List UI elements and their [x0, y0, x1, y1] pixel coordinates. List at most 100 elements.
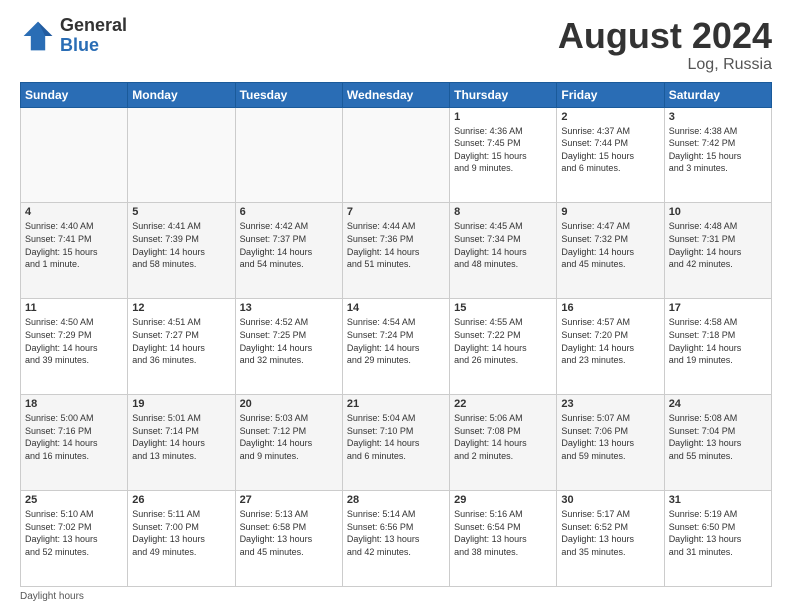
generalblue-logo-icon [20, 18, 56, 54]
calendar-day-cell: 9Sunrise: 4:47 AM Sunset: 7:32 PM Daylig… [557, 203, 664, 299]
calendar-day-cell: 30 Sunrise: 5:17 AM Sunset: 6:52 PM Dayli… [557, 491, 664, 587]
calendar-day-cell: 5 Sunrise: 4:41 AM Sunset: 7:39 PM Daylig… [128, 203, 235, 299]
calendar-day-cell: 7 Sunrise: 4:44 AM Sunset: 7:36 PM Daylig… [342, 203, 449, 299]
day-info: Sunrise: 5:08 AM Sunset: 7:04 PM Dayligh… [669, 412, 767, 462]
day-number: 2 [561, 111, 659, 123]
day-number: 12 [132, 302, 230, 314]
day-info: Sunrise: 5:04 AM Sunset: 7:10 PM Dayligh… [347, 412, 445, 462]
day-info: Sunrise: 5:00 AM Sunset: 7:16 PM Dayligh… [25, 412, 123, 462]
calendar-day-cell: 13 Sunrise: 4:52 AM Sunset: 7:25 PM Dayli… [235, 299, 342, 395]
day-info: Sunrise: 5:16 AM Sunset: 6:54 PM Dayligh… [454, 508, 552, 558]
calendar-day-cell: 1 Sunrise: 4:36 AM Sunset: 7:45 PM Daylig… [450, 107, 557, 203]
day-number: 6 [240, 206, 338, 218]
calendar-week-row: 18 Sunrise: 5:00 AM Sunset: 7:16 PM Dayli… [21, 395, 772, 491]
calendar-day-cell: 15Sunrise: 4:55 AM Sunset: 7:22 PM Dayli… [450, 299, 557, 395]
calendar-day-cell: 16 Sunrise: 4:57 AM Sunset: 7:20 PM Dayli… [557, 299, 664, 395]
calendar-weekday-header: Friday [557, 82, 664, 107]
day-number: 23 [561, 398, 659, 410]
calendar-day-cell: 18 Sunrise: 5:00 AM Sunset: 7:16 PM Dayli… [21, 395, 128, 491]
day-number: 28 [347, 494, 445, 506]
calendar-week-row: 11Sunrise: 4:50 AM Sunset: 7:29 PM Dayli… [21, 299, 772, 395]
calendar-day-cell: 20Sunrise: 5:03 AM Sunset: 7:12 PM Dayli… [235, 395, 342, 491]
day-info: Sunrise: 4:42 AM Sunset: 7:37 PM Dayligh… [240, 220, 338, 270]
day-number: 31 [669, 494, 767, 506]
calendar-day-cell [235, 107, 342, 203]
day-info: Sunrise: 5:17 AM Sunset: 6:52 PM Dayligh… [561, 508, 659, 558]
day-number: 29 [454, 494, 552, 506]
calendar-week-row: 25Sunrise: 5:10 AM Sunset: 7:02 PM Dayli… [21, 491, 772, 587]
calendar-day-cell [21, 107, 128, 203]
logo-blue: Blue [60, 36, 127, 56]
day-number: 4 [25, 206, 123, 218]
day-number: 27 [240, 494, 338, 506]
day-number: 17 [669, 302, 767, 314]
calendar-day-cell: 25Sunrise: 5:10 AM Sunset: 7:02 PM Dayli… [21, 491, 128, 587]
calendar-weekday-header: Tuesday [235, 82, 342, 107]
day-number: 5 [132, 206, 230, 218]
calendar-day-cell: 19Sunrise: 5:01 AM Sunset: 7:14 PM Dayli… [128, 395, 235, 491]
day-number: 7 [347, 206, 445, 218]
day-info: Sunrise: 4:37 AM Sunset: 7:44 PM Dayligh… [561, 125, 659, 175]
calendar-day-cell [342, 107, 449, 203]
day-info: Sunrise: 5:03 AM Sunset: 7:12 PM Dayligh… [240, 412, 338, 462]
day-info: Sunrise: 5:01 AM Sunset: 7:14 PM Dayligh… [132, 412, 230, 462]
location: Log, Russia [558, 56, 772, 74]
day-info: Sunrise: 4:51 AM Sunset: 7:27 PM Dayligh… [132, 316, 230, 366]
calendar-day-cell: 10 Sunrise: 4:48 AM Sunset: 7:31 PM Dayli… [664, 203, 771, 299]
day-number: 10 [669, 206, 767, 218]
day-number: 18 [25, 398, 123, 410]
day-info: Sunrise: 4:54 AM Sunset: 7:24 PM Dayligh… [347, 316, 445, 366]
day-info: Sunrise: 4:52 AM Sunset: 7:25 PM Dayligh… [240, 316, 338, 366]
calendar-header-row: SundayMondayTuesdayWednesdayThursdayFrid… [21, 82, 772, 107]
day-number: 25 [25, 494, 123, 506]
day-number: 30 [561, 494, 659, 506]
day-info: Sunrise: 4:41 AM Sunset: 7:39 PM Dayligh… [132, 220, 230, 270]
day-number: 16 [561, 302, 659, 314]
calendar-day-cell: 28 Sunrise: 5:14 AM Sunset: 6:56 PM Dayli… [342, 491, 449, 587]
calendar-day-cell: 14 Sunrise: 4:54 AM Sunset: 7:24 PM Dayli… [342, 299, 449, 395]
month-year: August 2024 [558, 16, 772, 56]
day-number: 24 [669, 398, 767, 410]
day-info: Sunrise: 4:48 AM Sunset: 7:31 PM Dayligh… [669, 220, 767, 270]
logo: General Blue [20, 16, 127, 56]
day-info: Sunrise: 5:14 AM Sunset: 6:56 PM Dayligh… [347, 508, 445, 558]
day-info: Sunrise: 4:58 AM Sunset: 7:18 PM Dayligh… [669, 316, 767, 366]
day-number: 22 [454, 398, 552, 410]
footer-note: Daylight hours [20, 591, 772, 602]
day-info: Sunrise: 4:38 AM Sunset: 7:42 PM Dayligh… [669, 125, 767, 175]
logo-text: General Blue [60, 16, 127, 56]
day-info: Sunrise: 5:11 AM Sunset: 7:00 PM Dayligh… [132, 508, 230, 558]
day-number: 13 [240, 302, 338, 314]
day-info: Sunrise: 5:06 AM Sunset: 7:08 PM Dayligh… [454, 412, 552, 462]
calendar-day-cell: 29 Sunrise: 5:16 AM Sunset: 6:54 PM Dayli… [450, 491, 557, 587]
calendar-table: SundayMondayTuesdayWednesdayThursdayFrid… [20, 82, 772, 587]
day-number: 3 [669, 111, 767, 123]
day-info: Sunrise: 5:19 AM Sunset: 6:50 PM Dayligh… [669, 508, 767, 558]
day-number: 11 [25, 302, 123, 314]
calendar-weekday-header: Monday [128, 82, 235, 107]
logo-general: General [60, 16, 127, 36]
calendar-weekday-header: Saturday [664, 82, 771, 107]
day-number: 1 [454, 111, 552, 123]
day-info: Sunrise: 5:07 AM Sunset: 7:06 PM Dayligh… [561, 412, 659, 462]
calendar-day-cell: 2 Sunrise: 4:37 AM Sunset: 7:44 PM Daylig… [557, 107, 664, 203]
header: General Blue August 2024 Log, Russia [20, 16, 772, 74]
day-info: Sunrise: 4:36 AM Sunset: 7:45 PM Dayligh… [454, 125, 552, 175]
calendar-day-cell: 27Sunrise: 5:13 AM Sunset: 6:58 PM Dayli… [235, 491, 342, 587]
day-number: 14 [347, 302, 445, 314]
calendar-day-cell: 3 Sunrise: 4:38 AM Sunset: 7:42 PM Daylig… [664, 107, 771, 203]
calendar-weekday-header: Sunday [21, 82, 128, 107]
day-info: Sunrise: 4:57 AM Sunset: 7:20 PM Dayligh… [561, 316, 659, 366]
calendar-day-cell: 22 Sunrise: 5:06 AM Sunset: 7:08 PM Dayli… [450, 395, 557, 491]
title-block: August 2024 Log, Russia [558, 16, 772, 74]
calendar-day-cell: 23 Sunrise: 5:07 AM Sunset: 7:06 PM Dayli… [557, 395, 664, 491]
calendar-day-cell: 8Sunrise: 4:45 AM Sunset: 7:34 PM Daylig… [450, 203, 557, 299]
day-number: 21 [347, 398, 445, 410]
page: General Blue August 2024 Log, Russia Sun… [0, 0, 792, 612]
day-number: 15 [454, 302, 552, 314]
calendar-day-cell: 21 Sunrise: 5:04 AM Sunset: 7:10 PM Dayli… [342, 395, 449, 491]
calendar-day-cell: 17 Sunrise: 4:58 AM Sunset: 7:18 PM Dayli… [664, 299, 771, 395]
calendar-week-row: 4Sunrise: 4:40 AM Sunset: 7:41 PM Daylig… [21, 203, 772, 299]
calendar-weekday-header: Thursday [450, 82, 557, 107]
day-info: Sunrise: 4:44 AM Sunset: 7:36 PM Dayligh… [347, 220, 445, 270]
